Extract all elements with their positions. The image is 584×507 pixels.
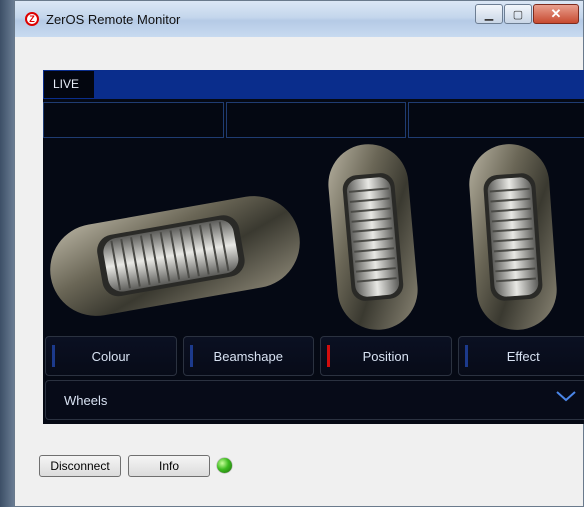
position-button[interactable]: Position [320,336,452,376]
tab-live[interactable]: LIVE [44,71,94,98]
indicator-bar [464,345,468,367]
title-bar: Z ZerOS Remote Monitor ▁ ▢ ✕ [15,1,583,37]
maximize-icon: ▢ [512,8,524,21]
minimize-icon: ▁ [484,8,494,21]
beamshape-button[interactable]: Beamshape [182,336,314,376]
client-area: LIVE Colour Beamshape Position Effect Wh… [15,37,584,506]
vertical-encoder-wheel[interactable] [325,141,421,333]
close-icon: ✕ [550,6,562,21]
indicator-bar [52,345,55,367]
close-button[interactable]: ✕ [533,4,579,24]
indicator-bar [189,345,193,367]
wheels-label: Wheels [64,393,108,408]
window-controls: ▁ ▢ ✕ [474,4,579,24]
indicator-bar-active [327,345,330,367]
disconnect-button[interactable]: Disconnect [39,455,121,477]
position-label: Position [362,348,409,364]
zeros-app-icon: Z [25,12,39,26]
app-window: Z ZerOS Remote Monitor ▁ ▢ ✕ LIVE Colour… [14,0,584,507]
wheels-dropdown[interactable]: Wheels [45,380,584,420]
function-buttons: Colour Beamshape Position Effect [45,336,584,376]
window-title: ZerOS Remote Monitor [46,12,181,27]
maximize-button[interactable]: ▢ [504,4,532,24]
chevron-down-icon [556,391,576,402]
minimize-button[interactable]: ▁ [475,4,503,24]
info-cell [43,102,224,138]
beamshape-label: Beamshape [213,348,283,364]
effect-button[interactable]: Effect [457,336,584,376]
horizontal-encoder-wheel[interactable] [43,189,307,323]
tab-bar: LIVE [43,70,584,99]
info-cells [43,102,584,138]
encoder-wheels [43,141,560,333]
info-button[interactable]: Info [128,455,210,477]
vertical-encoder-wheel[interactable] [467,141,560,332]
info-cell [408,102,584,138]
effect-label: Effect [506,348,540,364]
connection-status-icon [217,458,232,473]
colour-label: Colour [91,348,130,364]
info-cell [225,102,407,138]
monitor-panel: LIVE Colour Beamshape Position Effect Wh… [43,70,584,424]
colour-button[interactable]: Colour [45,336,177,376]
